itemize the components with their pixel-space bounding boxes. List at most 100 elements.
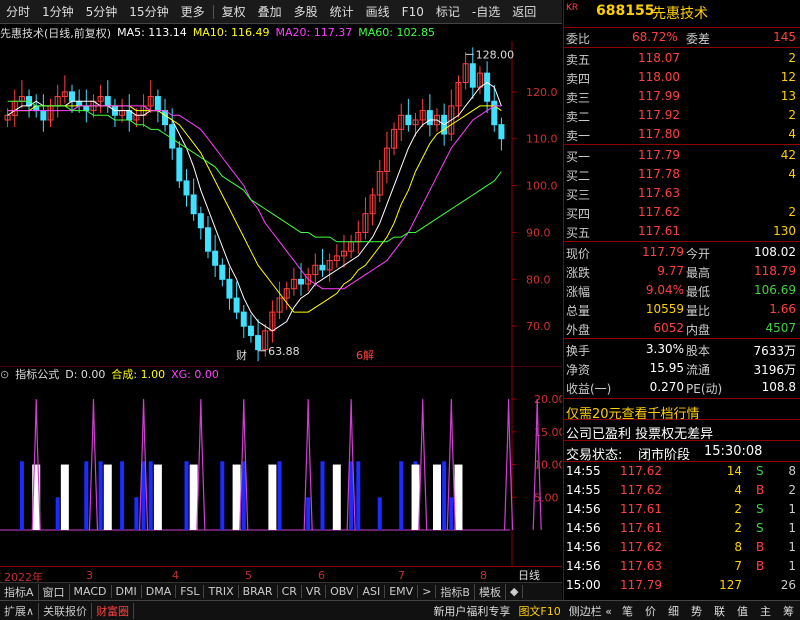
toolbar-item-7[interactable]: 多股 [288, 3, 324, 20]
indicator-tab-10[interactable]: OBV [326, 585, 359, 598]
indicator-tab-6[interactable]: TRIX [204, 585, 239, 598]
toolbar-item-12[interactable]: -自选 [466, 3, 506, 20]
bottom-left-0[interactable]: 扩展∧ [0, 602, 40, 619]
bottom-tool-0[interactable]: 笔 [616, 603, 639, 619]
bottom-right-1[interactable]: 图文F10 [514, 603, 564, 619]
toolbar-item-2[interactable]: 5分钟 [80, 3, 124, 20]
candle-body [319, 264, 326, 271]
daily-label[interactable]: 日线 [518, 567, 540, 583]
candle-body [298, 278, 305, 285]
tick-count: 26 [780, 578, 796, 592]
indicator-tab-11[interactable]: ASI [358, 585, 386, 598]
stat2-value: 3.30% [645, 342, 684, 356]
toolbar-item-6[interactable]: 叠加 [252, 3, 288, 20]
bottom-tool-2[interactable]: 细 [662, 603, 685, 619]
bottom-left-1[interactable]: 关联报价 [39, 602, 93, 619]
tick-side: B [756, 540, 765, 554]
candle-body [212, 250, 219, 266]
tick-count: 1 [788, 521, 796, 535]
toolbar-item-13[interactable]: 返回 [506, 3, 542, 20]
stat-value: 118.79 [754, 264, 796, 278]
indicator-tab-1[interactable]: 窗口 [39, 583, 70, 600]
indicator-tab-4[interactable]: DMA [142, 585, 177, 598]
indicator-chart[interactable]: 20.0015.0010.005.00 [0, 366, 562, 566]
bottom-right-2[interactable]: 侧边栏 « [565, 603, 616, 619]
indicator-tab-2[interactable]: MACD [70, 585, 112, 598]
candle-body [247, 325, 254, 337]
toolbar-item-11[interactable]: 标记 [430, 3, 466, 20]
ma-line-ma10 [7, 105, 502, 313]
indicator-tab-14[interactable]: 指标B [436, 583, 475, 600]
blue-bar [349, 461, 354, 530]
note-row: 公司已盈利 投票权无差异 [564, 421, 800, 442]
toolbar-item-10[interactable]: F10 [396, 5, 430, 19]
stat2-label: PE(动) [686, 382, 723, 396]
candle-body [405, 114, 412, 126]
indicator-tab-15[interactable]: 模板 [475, 583, 506, 600]
spike-line [418, 399, 428, 531]
bid-row-5: 买五 117.61 130 [564, 222, 800, 241]
bid-price: 117.62 [638, 205, 680, 219]
toolbar-item-1[interactable]: 1分钟 [36, 3, 80, 20]
candle-body [233, 297, 240, 313]
candle-body [176, 147, 183, 182]
bid-label: 买五 [566, 226, 591, 240]
stat-value: 10559 [645, 302, 684, 316]
bottom-tool-3[interactable]: 势 [685, 603, 708, 619]
tick-row-2: 14:56 117.61 2 S 1 [564, 500, 800, 519]
ask-price: 118.00 [638, 70, 680, 84]
bottom-tool-5[interactable]: 值 [731, 603, 754, 619]
stat-value: 9.04% [645, 283, 684, 297]
bottom-left-2[interactable]: 财富圈 [92, 602, 135, 619]
blue-bar [55, 497, 60, 530]
white-bar [268, 464, 277, 530]
ask-row-3: 卖三 117.99 13 [564, 87, 800, 106]
bottom-tool-4[interactable]: 联 [708, 603, 731, 619]
bottom-tool-1[interactable]: 价 [639, 603, 662, 619]
indicator-tab-16[interactable]: ◆ [506, 585, 524, 598]
divider [564, 47, 800, 48]
weicha-value: 145 [773, 30, 796, 44]
candlestick-chart[interactable]: 120.0 110.0 100.0 90.0 80.0 70.0 128.00 63.88 财 6… [0, 41, 562, 366]
toolbar-item-3[interactable]: 15分钟 [123, 3, 174, 20]
stat-label: 外盘 [566, 323, 591, 337]
indicator-tab-7[interactable]: BRAR [239, 585, 278, 598]
stat-label: 最高 [686, 266, 711, 280]
candle-body [76, 100, 83, 107]
toolbar-item-8[interactable]: 统计 [324, 3, 360, 20]
bottom-right-0[interactable]: 新用户福利专享 [429, 603, 514, 619]
promo-row: 仅需20元查看千档行情 [564, 401, 800, 422]
ask-volume: 2 [788, 51, 796, 65]
indicator-tab-5[interactable]: FSL [176, 585, 205, 598]
indicator-tab-8[interactable]: CR [278, 585, 302, 598]
toolbar-item-4[interactable]: 更多 [175, 3, 211, 20]
tick-volume: 127 [719, 578, 742, 592]
stat2-value: 108.8 [761, 380, 796, 394]
ask-price: 117.92 [638, 108, 680, 122]
indicator-tab-12[interactable]: EMV [385, 585, 419, 598]
tick-row-0: 14:55 117.62 14 S 8 [564, 462, 800, 481]
bottom-tool-6[interactable]: 主 [754, 603, 777, 619]
bid-price: 117.78 [638, 167, 680, 181]
stat-value: 4507 [765, 321, 796, 335]
bottom-tool-7[interactable]: 筹 [777, 603, 800, 619]
finance-marker: 财 [236, 348, 247, 362]
x-axis-label: 3 [86, 569, 93, 582]
toolbar-item-0[interactable]: 分时 [0, 3, 36, 20]
indicator-tab-0[interactable]: 指标A [0, 583, 39, 600]
bid-price: 117.79 [638, 148, 680, 162]
indicator-tab-3[interactable]: DMI [112, 585, 142, 598]
candle-body [190, 194, 197, 215]
toolbar-item-9[interactable]: 画线 [360, 3, 396, 20]
ask-label: 卖三 [566, 91, 591, 105]
tick-row-4: 14:56 117.62 8 B 1 [564, 538, 800, 557]
ask-price: 118.07 [638, 51, 680, 65]
indicator-tabs: 指标A 窗口 MACD DMI DMA FSL TRIX BRAR CR VR OBV ASI EMV >… [0, 582, 562, 600]
bid-volume: 42 [780, 148, 796, 162]
top-toolbar: 分时 1分钟 5分钟 15分钟 更多 复权 叠加 多股 统计 画线 F10 标记 -自选 返回 [0, 0, 562, 24]
candle-body [68, 91, 75, 102]
indicator-tab-9[interactable]: VR [302, 585, 327, 598]
status-row: 交易状态: 闭市阶段 15:30:08 [564, 442, 800, 463]
indicator-tab-13[interactable]: > [418, 585, 437, 598]
toolbar-item-5[interactable]: 复权 [216, 3, 252, 20]
